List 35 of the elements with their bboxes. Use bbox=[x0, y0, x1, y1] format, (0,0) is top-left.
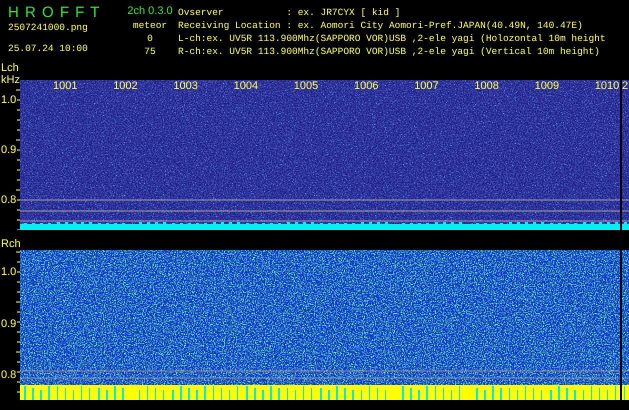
time-tick-label: 1010 bbox=[594, 80, 620, 92]
app-title: H R O F F T bbox=[8, 4, 100, 21]
time-tick-label: 2 bbox=[622, 80, 628, 92]
meteor-label: meteor bbox=[132, 19, 168, 32]
meteor-count: 75 bbox=[144, 45, 156, 58]
info-line: L-ch:ex. UV5R 113.900Mhz(SAPPORO VOR)USB ,2-ele yagi (Holozontal 10m height bbox=[178, 32, 606, 45]
axis-tick-label: 1.0 bbox=[1, 266, 16, 278]
channel-label: Rch bbox=[1, 238, 21, 250]
date-time: 25.07.24 10:00 bbox=[8, 42, 89, 55]
unit-label: kHz bbox=[1, 74, 20, 86]
file-name: 2507241000.png bbox=[8, 21, 89, 34]
version-label: 2ch 0.3.0 bbox=[127, 4, 173, 19]
time-tick-label: 1008 bbox=[474, 80, 499, 92]
time-tick-label: 1007 bbox=[414, 80, 439, 92]
info-line: R-ch:ex. UV5R 113.900Mhz(SAPPORO VOR)USB ,2-ele yagi (Vertical 10m height) bbox=[178, 45, 601, 58]
signal-band-drawing bbox=[622, 200, 629, 230]
axis-tick-label: 0.8 bbox=[1, 369, 16, 381]
time-tick-label: 1009 bbox=[534, 80, 560, 92]
time-tick-label: 1001 bbox=[53, 80, 78, 92]
axis-tick-label: 0.9 bbox=[1, 318, 16, 330]
meteor-count: 0 bbox=[147, 32, 153, 45]
signal-band-drawing bbox=[622, 370, 629, 400]
channel-label: Lch bbox=[1, 62, 19, 74]
info-value: : ex. Aomori City Aomori-Pref.JAPAN(40.49N, 140.47E) bbox=[286, 19, 584, 32]
axis-tick-label: 0.8 bbox=[1, 194, 16, 206]
time-tick-label: 1004 bbox=[234, 80, 258, 92]
time-tick-label: 1005 bbox=[294, 80, 318, 92]
axis-tick-label: 0.9 bbox=[1, 144, 16, 156]
info-label: Ovserver bbox=[178, 6, 225, 19]
time-tick-label: 1002 bbox=[113, 80, 138, 92]
info-label: Receiving Location bbox=[178, 19, 282, 32]
time-tick-label: 1003 bbox=[173, 80, 198, 92]
info-value: : ex. JR7CYX [ kid ] bbox=[286, 6, 402, 19]
axis-tick-label: 1.0 bbox=[1, 94, 16, 106]
time-tick-label: 1006 bbox=[354, 80, 378, 92]
